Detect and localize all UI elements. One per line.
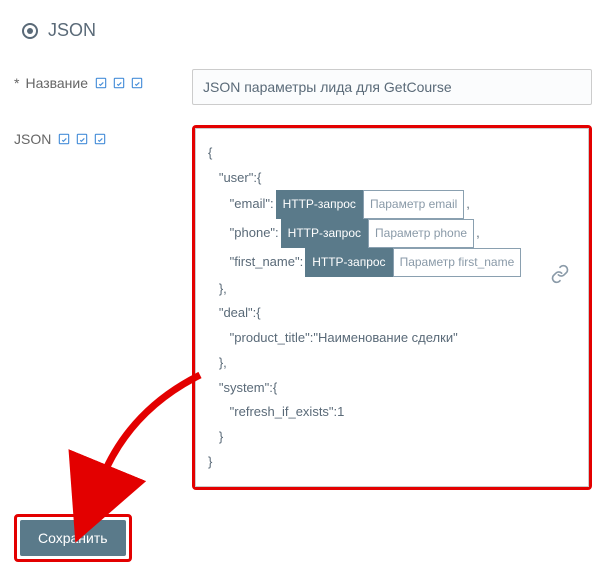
page-title: JSON: [48, 20, 96, 41]
json-line: "system":{: [208, 376, 576, 401]
name-label: Название: [25, 75, 88, 91]
json-line: }: [208, 425, 576, 450]
link-icon[interactable]: [550, 264, 570, 284]
edit-icon[interactable]: [112, 76, 126, 90]
save-button[interactable]: Сохранить: [20, 520, 126, 556]
json-line: "user":{: [208, 166, 576, 191]
edit-icon[interactable]: [94, 76, 108, 90]
json-line: }: [208, 450, 576, 475]
param-tag[interactable]: Параметр first_name: [393, 248, 522, 277]
http-tag[interactable]: HTTP-запрос: [281, 219, 368, 248]
json-line: "product_title":"Наименование сделки": [208, 326, 576, 351]
json-line: },: [208, 277, 576, 302]
json-line: },: [208, 351, 576, 376]
param-tag[interactable]: Параметр email: [363, 190, 464, 219]
json-line: "refresh_if_exists":1: [208, 400, 576, 425]
edit-icon[interactable]: [130, 76, 144, 90]
json-line: "deal":{: [208, 301, 576, 326]
json-line: "first_name":HTTP-запросПараметр first_n…: [208, 248, 576, 277]
name-field-row: * Название: [14, 69, 592, 105]
name-input[interactable]: [192, 69, 592, 105]
http-tag[interactable]: HTTP-запрос: [305, 248, 392, 277]
json-line: "email":HTTP-запросПараметр email,: [208, 190, 576, 219]
header-row: JSON: [22, 20, 592, 41]
json-field-row: JSON { "user":{ "email":HTTP-запро: [14, 125, 592, 490]
edit-icon[interactable]: [57, 132, 71, 146]
save-highlight-box: Сохранить: [14, 514, 132, 562]
edit-icon[interactable]: [75, 132, 89, 146]
http-tag[interactable]: HTTP-запрос: [276, 190, 363, 219]
param-tag[interactable]: Параметр phone: [368, 219, 474, 248]
json-label-col: JSON: [14, 125, 192, 147]
name-required-mark: *: [14, 75, 19, 91]
edit-icon[interactable]: [93, 132, 107, 146]
name-label-col: * Название: [14, 69, 192, 91]
json-label: JSON: [14, 131, 51, 147]
radio-selected-icon[interactable]: [22, 23, 38, 39]
json-editor[interactable]: { "user":{ "email":HTTP-запросПараметр e…: [195, 128, 589, 487]
json-line: {: [208, 141, 576, 166]
json-line: "phone":HTTP-запросПараметр phone,: [208, 219, 576, 248]
save-area: Сохранить: [14, 514, 592, 562]
json-highlight-box: { "user":{ "email":HTTP-запросПараметр e…: [192, 125, 592, 490]
